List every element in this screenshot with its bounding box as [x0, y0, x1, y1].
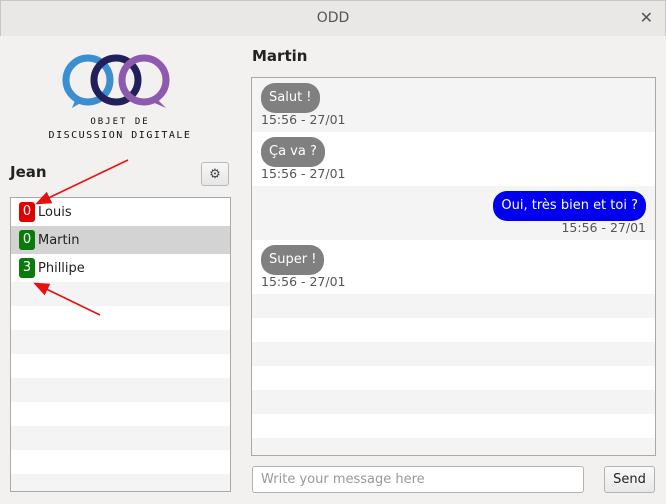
odd-logo: OBJET DE DISCUSSION DIGITALE	[49, 54, 192, 141]
send-button[interactable]: Send	[604, 466, 655, 493]
unread-badge: 3	[19, 258, 35, 278]
message-bubble-incoming: Salut !	[261, 83, 320, 113]
logo-line1: OBJET DE	[90, 117, 149, 127]
contact-name: Martin	[38, 232, 80, 248]
empty-row	[11, 426, 230, 450]
empty-row	[252, 342, 655, 366]
empty-row	[252, 318, 655, 342]
message-timestamp: 15:56 - 27/01	[261, 274, 346, 289]
empty-row	[11, 306, 230, 330]
empty-row	[11, 402, 230, 426]
contact-name: Phillipe	[38, 260, 85, 276]
message-bubble-incoming: Super !	[261, 245, 325, 275]
contact-item-martin[interactable]: 0 Martin	[11, 226, 230, 254]
message-list: Salut ! 15:56 - 27/01 Ça va ? 15:56 - 27…	[251, 77, 656, 456]
chat-title: Martin	[252, 47, 308, 65]
message-row: Ça va ? 15:56 - 27/01	[252, 132, 655, 186]
empty-row	[11, 330, 230, 354]
close-icon[interactable]: ✕	[640, 8, 653, 27]
unread-badge: 0	[19, 230, 35, 250]
current-user-name: Jean	[10, 163, 47, 181]
message-row: Super ! 15:56 - 27/01	[252, 240, 655, 294]
empty-row	[252, 414, 655, 438]
empty-row	[252, 390, 655, 414]
unread-badge: 0	[19, 202, 35, 222]
empty-row	[252, 366, 655, 390]
empty-row	[11, 282, 230, 306]
title-bar: ODD ✕	[0, 0, 666, 37]
logo-line2: DISCUSSION DIGITALE	[49, 130, 192, 141]
message-input[interactable]	[252, 466, 584, 493]
message-bubble-outgoing: Oui, très bien et toi ?	[493, 191, 646, 221]
empty-row	[11, 378, 230, 402]
message-row: Salut ! 15:56 - 27/01	[252, 78, 655, 132]
empty-row	[11, 474, 230, 491]
gear-icon: ⚙	[209, 166, 221, 181]
message-bubble-incoming: Ça va ?	[261, 137, 325, 167]
empty-row	[11, 450, 230, 474]
message-timestamp: 15:56 - 27/01	[561, 220, 646, 235]
window-title: ODD	[316, 10, 350, 26]
message-timestamp: 15:56 - 27/01	[261, 166, 346, 181]
empty-row	[252, 294, 655, 318]
settings-button[interactable]: ⚙	[201, 162, 229, 186]
contact-item-louis[interactable]: 0 Louis	[11, 198, 230, 226]
empty-row	[252, 438, 655, 455]
contact-item-phillipe[interactable]: 3 Phillipe	[11, 254, 230, 282]
contact-list: 0 Louis 0 Martin 3 Phillipe	[10, 197, 231, 492]
message-timestamp: 15:56 - 27/01	[261, 112, 346, 127]
contact-name: Louis	[38, 204, 72, 220]
empty-row	[11, 354, 230, 378]
message-row: Oui, très bien et toi ? 15:56 - 27/01	[252, 186, 655, 240]
